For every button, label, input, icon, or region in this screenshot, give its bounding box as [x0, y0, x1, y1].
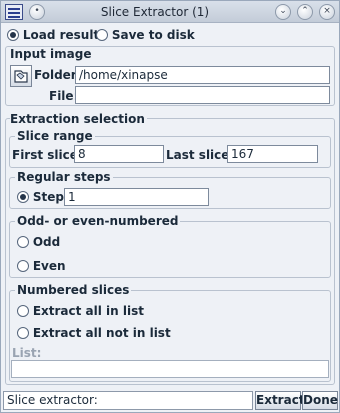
list-label: List: — [12, 346, 42, 360]
odd-even-heading: Odd- or even-numbered — [15, 214, 181, 228]
window-title: Slice Extractor (1) — [100, 5, 210, 19]
save-to-disk-option[interactable]: Save to disk — [96, 28, 195, 42]
step-option[interactable]: Step — [17, 190, 64, 204]
step-label: Step — [32, 190, 64, 204]
list-field[interactable] — [11, 360, 329, 378]
folder-field[interactable]: /home/xinapse — [75, 66, 330, 84]
step-radio[interactable] — [17, 191, 29, 203]
extract-all-not-in-list-option[interactable]: Extract all not in list — [17, 326, 171, 340]
step-field[interactable]: 1 — [64, 188, 209, 206]
file-field[interactable] — [75, 86, 330, 104]
even-radio[interactable] — [17, 260, 29, 272]
input-image-heading: Input image — [10, 47, 92, 61]
menu-icon[interactable] — [5, 4, 23, 20]
extract-all-in-list-label: Extract all in list — [32, 304, 144, 318]
even-label: Even — [32, 259, 66, 273]
done-button[interactable]: Done — [302, 391, 338, 410]
even-option[interactable]: Even — [17, 259, 66, 273]
load-result-label: Load result — [22, 28, 100, 42]
odd-label: Odd — [32, 235, 61, 249]
save-to-disk-label: Save to disk — [111, 28, 195, 42]
odd-radio[interactable] — [17, 236, 29, 248]
status-field: Slice extractor: — [3, 391, 253, 410]
extract-all-in-list-option[interactable]: Extract all in list — [17, 304, 144, 318]
title-bar: • Slice Extractor (1) ⌄ ⌃ × — [1, 1, 339, 23]
first-slice-field[interactable]: 8 — [74, 145, 164, 163]
maximize-icon[interactable]: ⌃ — [297, 4, 313, 20]
minimize-icon[interactable]: ⌄ — [275, 4, 291, 20]
extract-button[interactable]: Extract — [255, 391, 305, 410]
save-to-disk-radio[interactable] — [96, 29, 108, 41]
folder-browse-icon — [14, 70, 28, 83]
extract-all-not-in-list-label: Extract all not in list — [32, 326, 171, 340]
close-icon[interactable]: × — [319, 4, 335, 20]
last-slice-field[interactable]: 167 — [227, 145, 318, 163]
slice-extractor-window: • Slice Extractor (1) ⌄ ⌃ × Load result … — [0, 0, 340, 413]
load-result-option[interactable]: Load result — [7, 28, 99, 42]
last-slice-label: Last slice: — [166, 148, 235, 162]
file-label: File: — [49, 89, 79, 103]
odd-option[interactable]: Odd — [17, 235, 60, 249]
first-slice-label: First slice: — [12, 148, 83, 162]
extract-all-not-in-list-radio[interactable] — [17, 327, 29, 339]
pin-icon[interactable]: • — [29, 4, 45, 20]
browse-folder-button[interactable] — [10, 65, 32, 87]
numbered-slices-heading: Numbered slices — [15, 283, 132, 297]
extract-all-in-list-radio[interactable] — [17, 305, 29, 317]
extraction-selection-heading: Extraction selection — [10, 112, 147, 126]
regular-steps-heading: Regular steps — [15, 170, 113, 184]
slice-range-heading: Slice range — [15, 129, 95, 143]
load-result-radio[interactable] — [7, 29, 19, 41]
